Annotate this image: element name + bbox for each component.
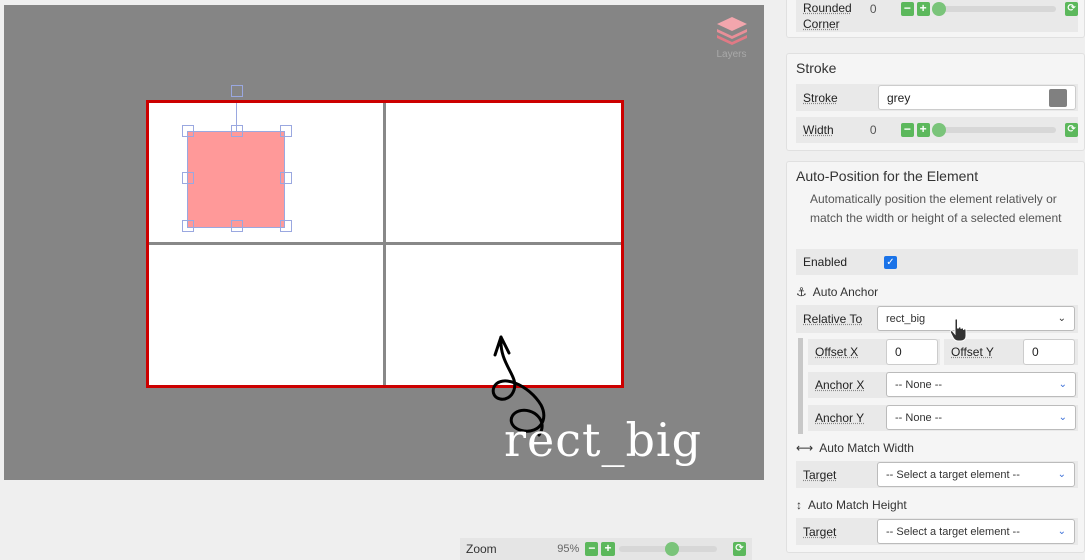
rotation-handle[interactable] — [231, 85, 243, 97]
chevron-down-icon: ⌄ — [1057, 526, 1066, 537]
selected-rectangle[interactable] — [187, 131, 285, 228]
zoom-value: 95% — [557, 543, 580, 555]
rounded-corner-minus-button[interactable]: − — [900, 1, 914, 16]
anchor-x-select[interactable]: -- None -- ⌄ — [886, 372, 1076, 397]
grid-line-horizontal — [149, 242, 621, 245]
resize-handle-top-left[interactable] — [182, 125, 194, 137]
chevron-down-icon: ⌄ — [1057, 469, 1066, 480]
offset-y-input[interactable]: 0 — [1023, 339, 1075, 365]
rounded-corner-label: Rounded Corner — [803, 0, 852, 31]
width-value: 0 — [869, 123, 877, 137]
auto-match-width-heading: ⟷ Auto Match Width — [796, 441, 914, 455]
offset-x-label: Offset X — [815, 345, 859, 359]
chevron-down-icon: ⌄ — [1058, 412, 1067, 423]
zoom-reset-button[interactable]: ⟳ — [732, 542, 746, 556]
match-width-target-select[interactable]: -- Select a target element -- ⌄ — [877, 462, 1075, 487]
layers-icon — [716, 17, 747, 45]
match-width-target-label: Target — [803, 467, 837, 482]
anchor-y-label: Anchor Y — [815, 411, 865, 425]
rounded-corner-row: Rounded Corner 0 − + ⟳ — [796, 0, 1078, 32]
resize-handle-top-right[interactable] — [280, 125, 292, 137]
anchor-group-bar — [798, 338, 803, 434]
hand-cursor-icon — [949, 318, 967, 342]
stroke-section-title: Stroke — [796, 60, 837, 76]
relative-to-value: rect_big — [886, 312, 926, 325]
design-canvas[interactable]: Layers rect_big — [4, 5, 764, 480]
zoom-out-button[interactable]: − — [585, 542, 599, 556]
stroke-color-swatch[interactable] — [1049, 88, 1067, 107]
rounded-corner-value: 0 — [869, 1, 877, 16]
width-row: Width 0 − + ⟳ — [796, 117, 1078, 143]
width-slider-knob[interactable] — [931, 123, 946, 137]
auto-anchor-heading: ⚓ Auto Anchor — [796, 285, 878, 299]
offset-x-input[interactable]: 0 — [886, 339, 938, 365]
stroke-color-value: grey — [887, 90, 911, 105]
rounded-corner-plus-button[interactable]: + — [916, 1, 930, 16]
zoom-slider-knob[interactable] — [664, 542, 679, 556]
enabled-label: Enabled — [803, 255, 848, 269]
anchor-x-label: Anchor X — [815, 378, 865, 392]
relative-to-select[interactable]: rect_big ⌄ — [877, 306, 1075, 331]
width-plus-button[interactable]: + — [916, 123, 930, 137]
resize-handle-right[interactable] — [280, 172, 292, 184]
auto-position-section: Auto-Position for the Element Automatica… — [786, 161, 1085, 553]
anchor-x-value: -- None -- — [895, 378, 943, 391]
width-slider[interactable] — [931, 123, 1057, 137]
layers-label: Layers — [716, 49, 747, 60]
auto-position-title: Auto-Position for the Element — [796, 168, 979, 184]
auto-position-description: Automatically position the element relat… — [810, 192, 1062, 225]
resize-handle-left[interactable] — [182, 172, 194, 184]
width-reset-button[interactable]: ⟳ — [1065, 123, 1078, 137]
zoom-in-button[interactable]: + — [601, 542, 615, 556]
enabled-row: Enabled ✓ — [796, 249, 1078, 275]
anchor-y-select[interactable]: -- None -- ⌄ — [886, 405, 1076, 430]
resize-handle-bottom[interactable] — [231, 220, 243, 232]
stroke-label: Stroke — [803, 90, 838, 105]
auto-match-width-title: Auto Match Width — [819, 441, 914, 455]
width-label: Width — [803, 123, 834, 137]
rounded-corner-slider[interactable] — [931, 1, 1057, 16]
resize-handle-bottom-left[interactable] — [182, 220, 194, 232]
chevron-down-icon: ⌄ — [1057, 313, 1066, 324]
vertical-arrows-icon: ↕ — [796, 498, 802, 512]
anchor-y-value: -- None -- — [895, 411, 943, 424]
layers-button[interactable]: Layers — [709, 15, 754, 70]
match-width-target-value: -- Select a target element -- — [886, 468, 1020, 481]
enabled-checkbox[interactable]: ✓ — [884, 255, 897, 269]
stroke-color-input[interactable]: grey — [878, 85, 1076, 110]
offset-y-label: Offset Y — [951, 345, 994, 359]
rounded-corner-slider-knob[interactable] — [931, 1, 946, 16]
horizontal-arrows-icon: ⟷ — [796, 441, 814, 455]
match-height-target-value: -- Select a target element -- — [886, 525, 1020, 538]
annotation-label: rect_big — [504, 413, 703, 467]
anchor-icon: ⚓ — [796, 285, 807, 299]
resize-handle-bottom-right[interactable] — [280, 220, 292, 232]
canvas-area: Layers rect_big Zoom 95% − + ⟳ — [0, 0, 776, 560]
rounded-corner-section: Rounded Corner 0 − + ⟳ — [786, 0, 1085, 38]
auto-match-height-heading: ↕ Auto Match Height — [796, 498, 907, 512]
properties-panel: Rounded Corner 0 − + ⟳ Stroke Stroke gre… — [786, 0, 1085, 557]
rounded-corner-reset-button[interactable]: ⟳ — [1065, 1, 1078, 16]
width-minus-button[interactable]: − — [900, 123, 914, 137]
chevron-down-icon: ⌄ — [1058, 379, 1067, 390]
auto-anchor-title: Auto Anchor — [812, 285, 879, 299]
resize-handle-top[interactable] — [231, 125, 243, 137]
relative-to-label: Relative To — [803, 312, 863, 326]
match-height-target-select[interactable]: -- Select a target element -- ⌄ — [877, 519, 1075, 544]
match-height-target-label: Target — [803, 524, 837, 539]
zoom-label: Zoom — [466, 542, 497, 556]
zoom-slider[interactable] — [618, 542, 717, 556]
auto-match-height-title: Auto Match Height — [808, 498, 907, 512]
stroke-section: Stroke Stroke grey Width 0 − + ⟳ — [786, 53, 1085, 151]
